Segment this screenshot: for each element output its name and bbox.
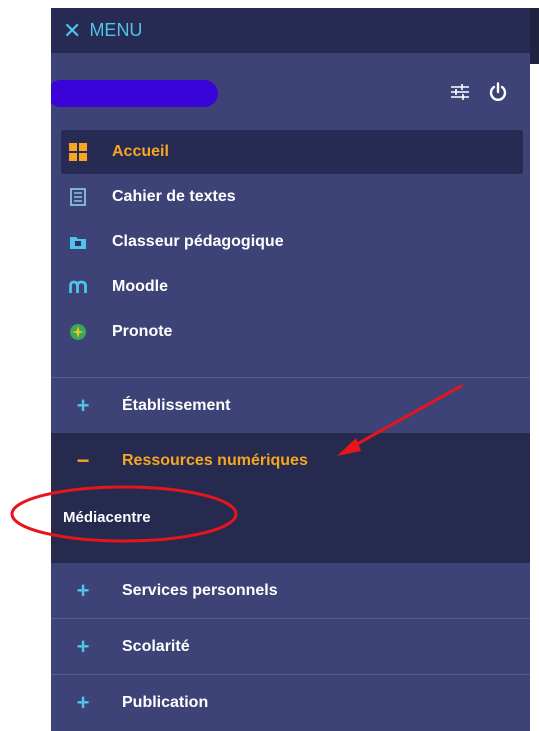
- nav-item-label: Classeur pédagogique: [112, 233, 284, 250]
- plus-icon: +: [76, 633, 90, 659]
- nav-item-label: Moodle: [112, 278, 168, 295]
- nav-item-label: Accueil: [112, 143, 169, 160]
- nav-item-classeur-pedagogique[interactable]: Classeur pédagogique: [61, 220, 523, 264]
- section-label: Ressources numériques: [122, 451, 308, 469]
- plus-icon: +: [76, 689, 90, 715]
- power-icon[interactable]: [488, 82, 508, 102]
- notebook-icon: [69, 188, 87, 206]
- section-etablissement[interactable]: + Établissement: [51, 378, 530, 433]
- plus-icon: +: [76, 392, 90, 418]
- section-label: Scolarité: [122, 637, 190, 655]
- section-label: Publication: [122, 693, 209, 711]
- nav-item-label: Pronote: [112, 323, 173, 340]
- close-icon[interactable]: ✕: [63, 19, 81, 42]
- minus-icon: −: [76, 447, 90, 473]
- plus-icon: +: [76, 577, 90, 603]
- menu-title: MENU: [89, 20, 143, 40]
- nav-item-pronote[interactable]: Pronote: [61, 310, 523, 354]
- section-label: Services personnels: [122, 581, 278, 599]
- section-label: Établissement: [122, 396, 231, 414]
- side-menu: ✕ MENU Accueil Cahier de textes Classeur…: [51, 8, 530, 731]
- subitem-mediacentre[interactable]: Médiacentre: [63, 509, 151, 526]
- section-scolarite[interactable]: + Scolarité: [51, 619, 530, 674]
- section-services-personnels[interactable]: + Services personnels: [51, 563, 530, 618]
- nav-item-accueil[interactable]: Accueil: [61, 130, 523, 174]
- moodle-icon: [69, 278, 87, 296]
- folder-icon: [69, 233, 87, 251]
- user-row: [51, 66, 530, 118]
- nav-item-moodle[interactable]: Moodle: [61, 265, 523, 309]
- section-publication[interactable]: + Publication: [51, 675, 530, 730]
- pronote-icon: [69, 323, 87, 341]
- settings-sliders-icon[interactable]: [450, 83, 470, 101]
- section-ressources-numeriques-expanded: − Ressources numériques Médiacentre: [51, 433, 530, 563]
- nav-item-cahier-de-textes[interactable]: Cahier de textes: [61, 175, 523, 219]
- menu-header[interactable]: ✕ MENU: [51, 8, 530, 53]
- grid-icon: [69, 143, 87, 161]
- redacted-username: [51, 80, 218, 107]
- section-ressources-numeriques[interactable]: − Ressources numériques: [51, 433, 530, 488]
- background-strip: [530, 8, 539, 64]
- nav-item-label: Cahier de textes: [112, 188, 236, 205]
